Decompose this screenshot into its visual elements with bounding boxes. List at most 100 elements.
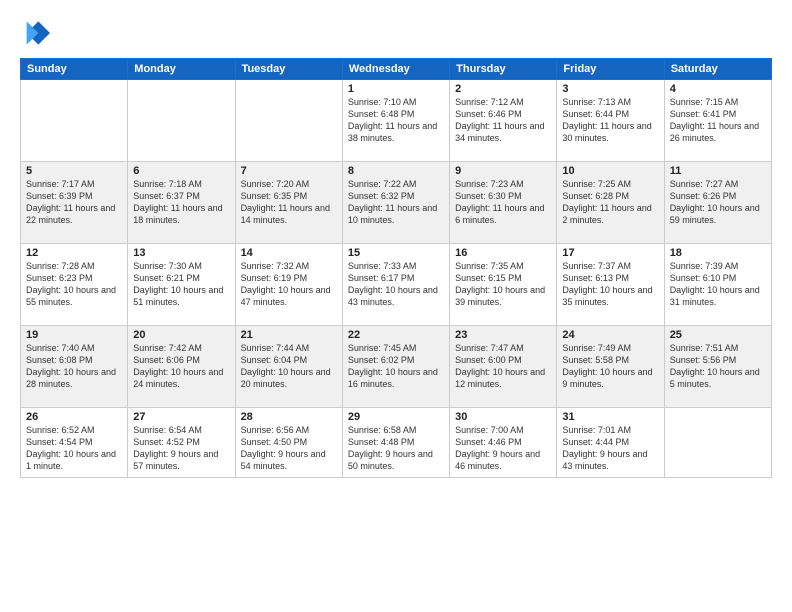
logo [20, 18, 54, 48]
day-number: 18 [670, 247, 766, 259]
day-header-saturday: Saturday [664, 59, 771, 80]
day-number: 3 [562, 83, 658, 95]
day-info: Sunrise: 7:30 AM Sunset: 6:21 PM Dayligh… [133, 260, 229, 309]
day-number: 16 [455, 247, 551, 259]
day-number: 7 [241, 165, 337, 177]
day-info: Sunrise: 7:51 AM Sunset: 5:56 PM Dayligh… [670, 342, 766, 391]
day-header-friday: Friday [557, 59, 664, 80]
calendar-cell: 31Sunrise: 7:01 AM Sunset: 4:44 PM Dayli… [557, 408, 664, 478]
day-info: Sunrise: 7:37 AM Sunset: 6:13 PM Dayligh… [562, 260, 658, 309]
calendar-cell: 29Sunrise: 6:58 AM Sunset: 4:48 PM Dayli… [342, 408, 449, 478]
calendar-cell: 27Sunrise: 6:54 AM Sunset: 4:52 PM Dayli… [128, 408, 235, 478]
day-number: 14 [241, 247, 337, 259]
calendar-cell: 8Sunrise: 7:22 AM Sunset: 6:32 PM Daylig… [342, 162, 449, 244]
day-number: 28 [241, 411, 337, 423]
calendar-cell [128, 80, 235, 162]
day-info: Sunrise: 7:20 AM Sunset: 6:35 PM Dayligh… [241, 178, 337, 227]
calendar-cell: 14Sunrise: 7:32 AM Sunset: 6:19 PM Dayli… [235, 244, 342, 326]
calendar-cell: 19Sunrise: 7:40 AM Sunset: 6:08 PM Dayli… [21, 326, 128, 408]
calendar-cell: 30Sunrise: 7:00 AM Sunset: 4:46 PM Dayli… [450, 408, 557, 478]
logo-icon [20, 18, 50, 48]
day-header-thursday: Thursday [450, 59, 557, 80]
calendar-cell [21, 80, 128, 162]
calendar-cell: 10Sunrise: 7:25 AM Sunset: 6:28 PM Dayli… [557, 162, 664, 244]
calendar-cell: 7Sunrise: 7:20 AM Sunset: 6:35 PM Daylig… [235, 162, 342, 244]
calendar-cell: 18Sunrise: 7:39 AM Sunset: 6:10 PM Dayli… [664, 244, 771, 326]
week-row-2: 5Sunrise: 7:17 AM Sunset: 6:39 PM Daylig… [21, 162, 772, 244]
day-info: Sunrise: 6:52 AM Sunset: 4:54 PM Dayligh… [26, 424, 122, 473]
page: SundayMondayTuesdayWednesdayThursdayFrid… [0, 0, 792, 612]
calendar-cell: 16Sunrise: 7:35 AM Sunset: 6:15 PM Dayli… [450, 244, 557, 326]
day-number: 19 [26, 329, 122, 341]
calendar-cell: 11Sunrise: 7:27 AM Sunset: 6:26 PM Dayli… [664, 162, 771, 244]
calendar-cell: 26Sunrise: 6:52 AM Sunset: 4:54 PM Dayli… [21, 408, 128, 478]
calendar-cell: 28Sunrise: 6:56 AM Sunset: 4:50 PM Dayli… [235, 408, 342, 478]
calendar-cell [664, 408, 771, 478]
day-number: 25 [670, 329, 766, 341]
calendar-cell: 6Sunrise: 7:18 AM Sunset: 6:37 PM Daylig… [128, 162, 235, 244]
day-info: Sunrise: 7:00 AM Sunset: 4:46 PM Dayligh… [455, 424, 551, 473]
calendar-cell: 5Sunrise: 7:17 AM Sunset: 6:39 PM Daylig… [21, 162, 128, 244]
day-info: Sunrise: 7:23 AM Sunset: 6:30 PM Dayligh… [455, 178, 551, 227]
calendar-cell: 12Sunrise: 7:28 AM Sunset: 6:23 PM Dayli… [21, 244, 128, 326]
day-number: 22 [348, 329, 444, 341]
day-number: 4 [670, 83, 766, 95]
day-number: 30 [455, 411, 551, 423]
day-number: 17 [562, 247, 658, 259]
day-header-tuesday: Tuesday [235, 59, 342, 80]
day-info: Sunrise: 7:44 AM Sunset: 6:04 PM Dayligh… [241, 342, 337, 391]
day-number: 21 [241, 329, 337, 341]
calendar-cell: 13Sunrise: 7:30 AM Sunset: 6:21 PM Dayli… [128, 244, 235, 326]
day-info: Sunrise: 7:32 AM Sunset: 6:19 PM Dayligh… [241, 260, 337, 309]
week-row-5: 26Sunrise: 6:52 AM Sunset: 4:54 PM Dayli… [21, 408, 772, 478]
day-info: Sunrise: 7:47 AM Sunset: 6:00 PM Dayligh… [455, 342, 551, 391]
day-number: 8 [348, 165, 444, 177]
calendar-cell: 15Sunrise: 7:33 AM Sunset: 6:17 PM Dayli… [342, 244, 449, 326]
calendar-cell: 20Sunrise: 7:42 AM Sunset: 6:06 PM Dayli… [128, 326, 235, 408]
calendar-cell: 23Sunrise: 7:47 AM Sunset: 6:00 PM Dayli… [450, 326, 557, 408]
day-info: Sunrise: 7:12 AM Sunset: 6:46 PM Dayligh… [455, 96, 551, 145]
calendar-cell: 3Sunrise: 7:13 AM Sunset: 6:44 PM Daylig… [557, 80, 664, 162]
day-number: 15 [348, 247, 444, 259]
day-info: Sunrise: 7:28 AM Sunset: 6:23 PM Dayligh… [26, 260, 122, 309]
day-number: 20 [133, 329, 229, 341]
day-number: 31 [562, 411, 658, 423]
day-info: Sunrise: 7:25 AM Sunset: 6:28 PM Dayligh… [562, 178, 658, 227]
day-info: Sunrise: 7:01 AM Sunset: 4:44 PM Dayligh… [562, 424, 658, 473]
calendar-cell: 24Sunrise: 7:49 AM Sunset: 5:58 PM Dayli… [557, 326, 664, 408]
day-info: Sunrise: 6:56 AM Sunset: 4:50 PM Dayligh… [241, 424, 337, 473]
day-info: Sunrise: 7:45 AM Sunset: 6:02 PM Dayligh… [348, 342, 444, 391]
calendar-cell: 2Sunrise: 7:12 AM Sunset: 6:46 PM Daylig… [450, 80, 557, 162]
day-number: 6 [133, 165, 229, 177]
calendar-cell: 17Sunrise: 7:37 AM Sunset: 6:13 PM Dayli… [557, 244, 664, 326]
day-number: 24 [562, 329, 658, 341]
header [20, 18, 772, 48]
day-info: Sunrise: 7:33 AM Sunset: 6:17 PM Dayligh… [348, 260, 444, 309]
day-number: 1 [348, 83, 444, 95]
day-header-sunday: Sunday [21, 59, 128, 80]
calendar-cell: 21Sunrise: 7:44 AM Sunset: 6:04 PM Dayli… [235, 326, 342, 408]
day-number: 13 [133, 247, 229, 259]
day-info: Sunrise: 7:49 AM Sunset: 5:58 PM Dayligh… [562, 342, 658, 391]
day-info: Sunrise: 7:27 AM Sunset: 6:26 PM Dayligh… [670, 178, 766, 227]
header-row: SundayMondayTuesdayWednesdayThursdayFrid… [21, 59, 772, 80]
day-number: 27 [133, 411, 229, 423]
day-info: Sunrise: 7:13 AM Sunset: 6:44 PM Dayligh… [562, 96, 658, 145]
day-info: Sunrise: 7:39 AM Sunset: 6:10 PM Dayligh… [670, 260, 766, 309]
day-info: Sunrise: 7:40 AM Sunset: 6:08 PM Dayligh… [26, 342, 122, 391]
day-number: 26 [26, 411, 122, 423]
day-number: 12 [26, 247, 122, 259]
day-number: 23 [455, 329, 551, 341]
day-info: Sunrise: 7:35 AM Sunset: 6:15 PM Dayligh… [455, 260, 551, 309]
day-number: 11 [670, 165, 766, 177]
day-info: Sunrise: 7:18 AM Sunset: 6:37 PM Dayligh… [133, 178, 229, 227]
day-info: Sunrise: 7:15 AM Sunset: 6:41 PM Dayligh… [670, 96, 766, 145]
week-row-4: 19Sunrise: 7:40 AM Sunset: 6:08 PM Dayli… [21, 326, 772, 408]
day-info: Sunrise: 7:22 AM Sunset: 6:32 PM Dayligh… [348, 178, 444, 227]
calendar-cell [235, 80, 342, 162]
calendar-cell: 1Sunrise: 7:10 AM Sunset: 6:48 PM Daylig… [342, 80, 449, 162]
day-info: Sunrise: 7:10 AM Sunset: 6:48 PM Dayligh… [348, 96, 444, 145]
calendar-cell: 22Sunrise: 7:45 AM Sunset: 6:02 PM Dayli… [342, 326, 449, 408]
day-info: Sunrise: 7:42 AM Sunset: 6:06 PM Dayligh… [133, 342, 229, 391]
day-number: 2 [455, 83, 551, 95]
